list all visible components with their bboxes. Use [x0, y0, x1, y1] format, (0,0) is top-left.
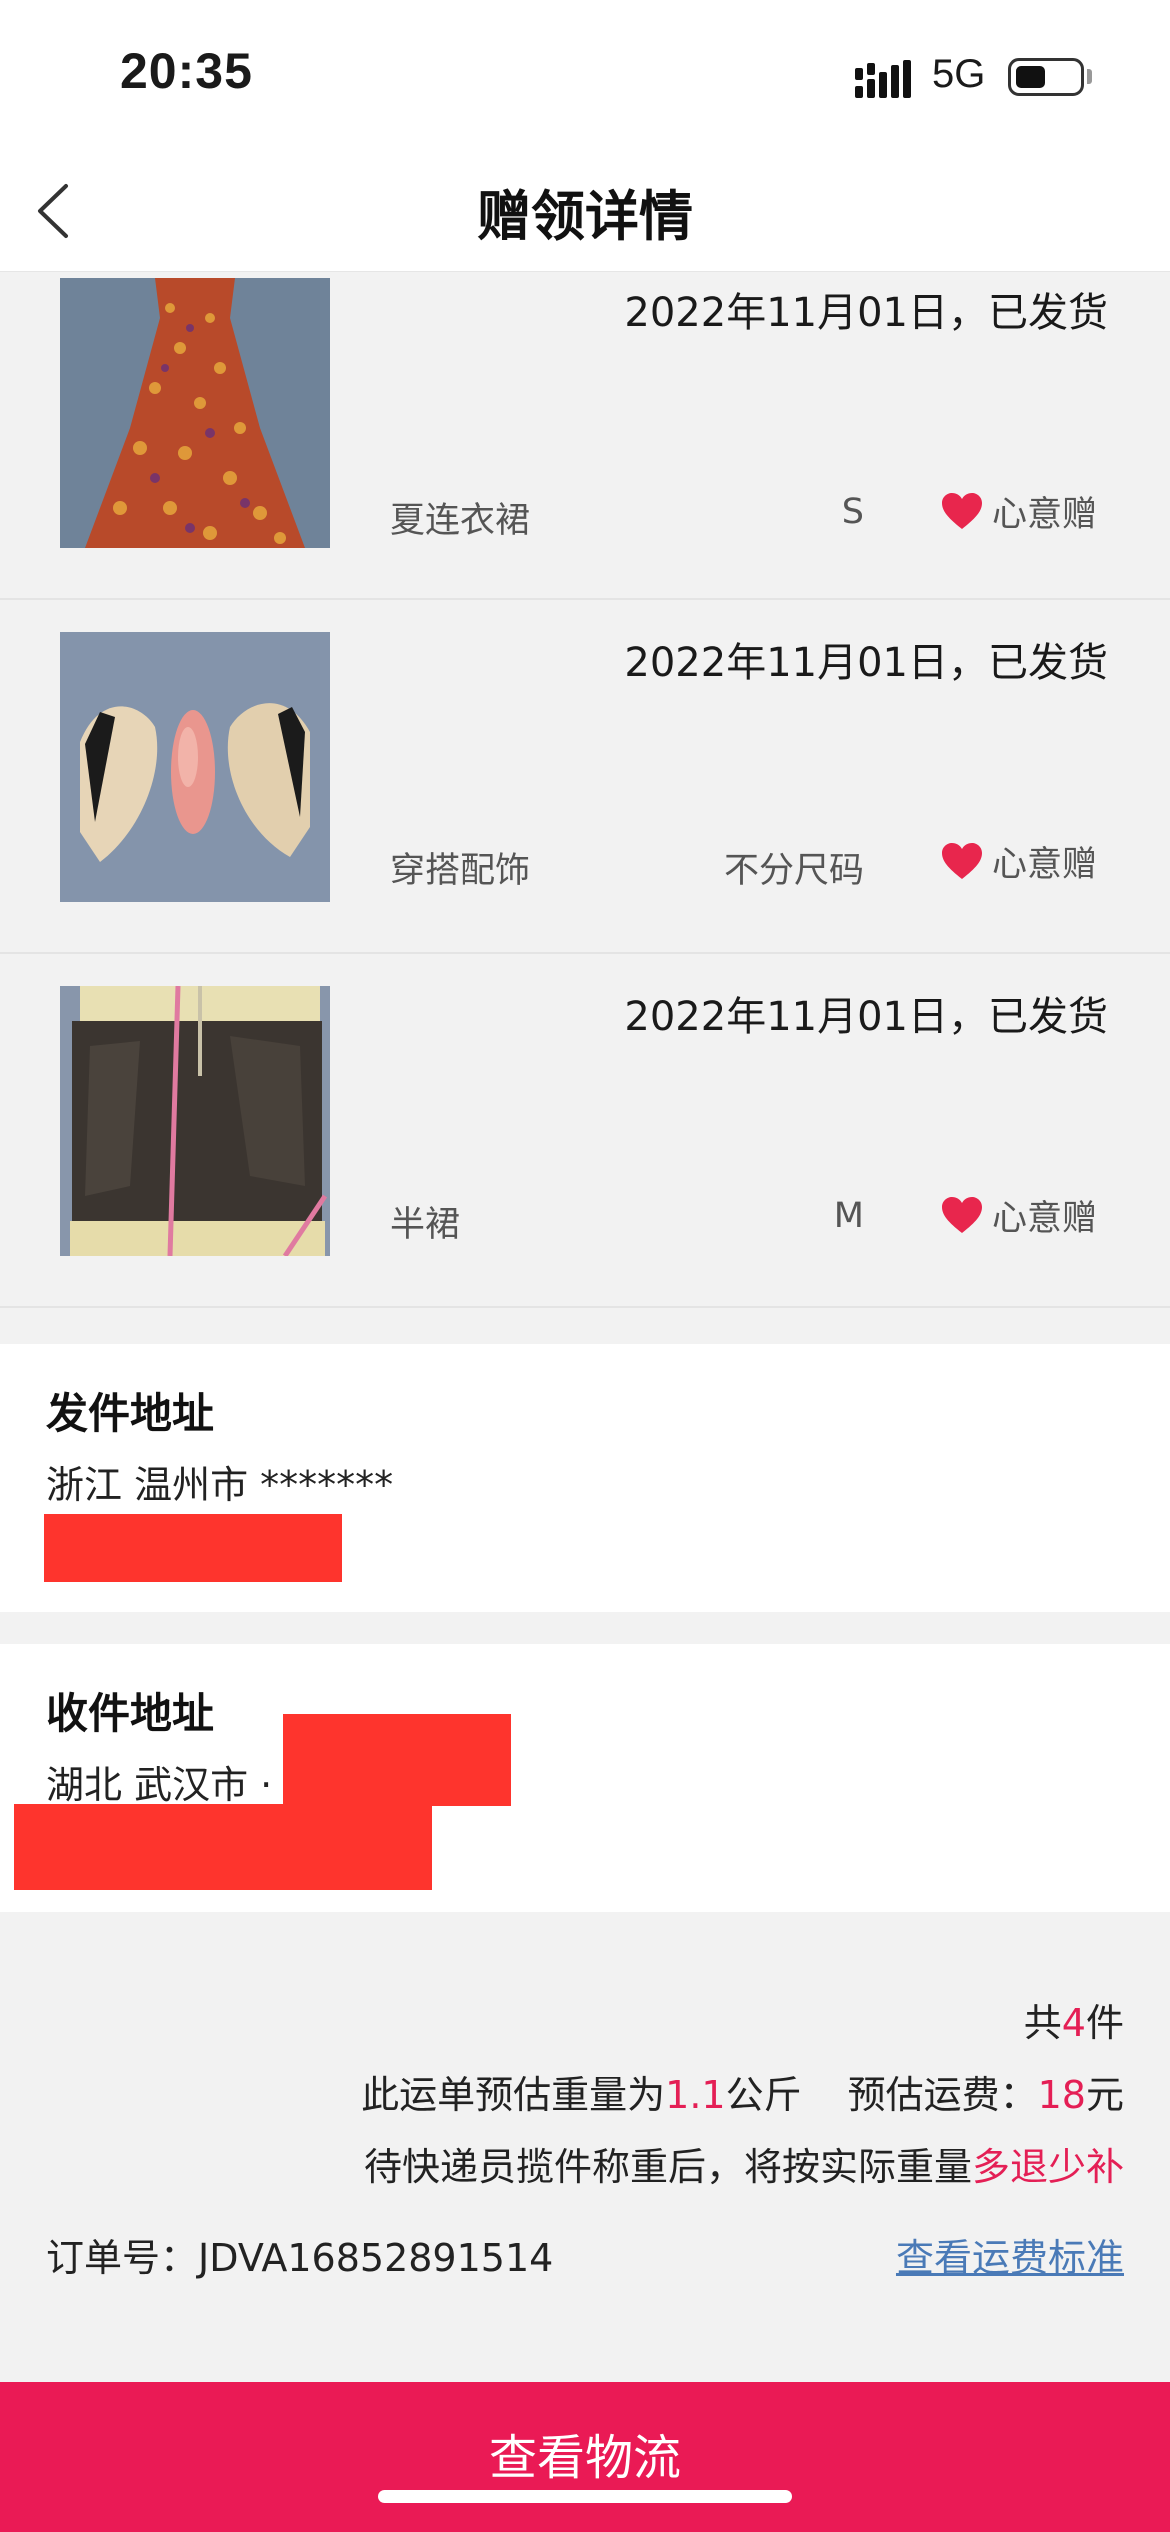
fee-standard-link[interactable]: 查看运费标准: [896, 2227, 1124, 2282]
receiver-address-prefix: 湖北 武汉市 ·: [46, 1763, 273, 1807]
item-date-status: 2022年11月01日，已发货: [624, 290, 1108, 336]
weight-fee-line: 此运单预估重量为1.1公斤 预估运费：18元: [361, 2073, 1124, 2117]
gift-tag-label: 心意赠: [992, 844, 1098, 885]
sender-address-line: 浙江 温州市 *******: [46, 1463, 394, 1507]
item-name: 穿搭配饰: [390, 851, 531, 891]
list-item[interactable]: 2022年11月01日，已发货 半裙 M 心意赠: [0, 954, 1170, 1308]
gift-tag: 心意赠: [940, 486, 1097, 536]
view-logistics-button[interactable]: 查看物流: [0, 2382, 1170, 2532]
item-name: 半裙: [390, 1205, 461, 1245]
item-size: S: [841, 492, 864, 532]
heart-icon: [942, 1197, 982, 1233]
total-count: 共4件: [1023, 2001, 1124, 2045]
status-bar: 20:35 5G: [0, 0, 1170, 150]
weight-note: 待快递员揽件称重后，将按实际重量多退少补: [363, 2145, 1124, 2189]
item-date-status: 2022年11月01日，已发货: [624, 640, 1108, 686]
receiver-address-title: 收件地址: [46, 1689, 215, 1738]
item-size: M: [833, 1196, 864, 1236]
list-item[interactable]: 2022年11月01日，已发货 穿搭配饰 不分尺码 心意赠: [0, 600, 1170, 954]
battery-level: [1016, 66, 1045, 88]
receiver-address: 收件地址 湖北 武汉市 ·2: [0, 1644, 1170, 1912]
gift-tag-label: 心意赠: [992, 494, 1098, 535]
redaction-block: [44, 1514, 342, 1582]
shipping-summary: 共4件 此运单预估重量为1.1公斤 预估运费：18元 待快递员揽件称重后，将按实际…: [0, 1912, 1170, 2382]
signal-strength-icon: [855, 60, 911, 98]
redaction-block: [283, 1714, 511, 1806]
item-size: 不分尺码: [723, 851, 864, 891]
item-list: 2022年11月01日，已发货 夏连衣裙 S 心意赠 2022年11月01日，已…: [0, 272, 1170, 1344]
network-type: 5G: [932, 52, 986, 96]
fee-value: 18: [1037, 2073, 1086, 2117]
status-time: 20:35: [120, 43, 253, 99]
dress-photo: [60, 278, 330, 548]
screen: 20:35 5G 赠领详情 2022年11月01日，已发货 夏连衣裙 S 心意赠…: [0, 0, 1170, 2532]
weight-value: 1.1: [665, 2073, 726, 2117]
sender-address: 发件地址 浙江 温州市 *******: [0, 1344, 1170, 1612]
gift-tag: 心意赠: [940, 836, 1097, 886]
sender-address-title: 发件地址: [46, 1389, 215, 1438]
gift-tag-label: 心意赠: [992, 1198, 1098, 1239]
skirt-photo: [60, 986, 330, 1256]
battery-tip: [1087, 69, 1092, 84]
home-indicator[interactable]: [378, 2490, 792, 2503]
item-date-status: 2022年11月01日，已发货: [624, 994, 1108, 1040]
order-number: 订单号：JDVA16852891514: [46, 2236, 554, 2280]
redaction-block: [14, 1804, 432, 1890]
battery-icon: [1008, 58, 1084, 96]
order-number-value: JDVA16852891514: [198, 2236, 554, 2280]
item-name: 夏连衣裙: [390, 501, 531, 541]
heart-icon: [942, 493, 982, 529]
gift-tag: 心意赠: [940, 1190, 1097, 1240]
total-count-value: 4: [1061, 2001, 1086, 2045]
nav-bar: 赠领详情: [0, 150, 1170, 272]
page-title: 赠领详情: [477, 185, 693, 248]
list-item[interactable]: 2022年11月01日，已发货 夏连衣裙 S 心意赠: [0, 272, 1170, 600]
heart-icon: [942, 843, 982, 879]
accessories-photo: [60, 632, 330, 902]
